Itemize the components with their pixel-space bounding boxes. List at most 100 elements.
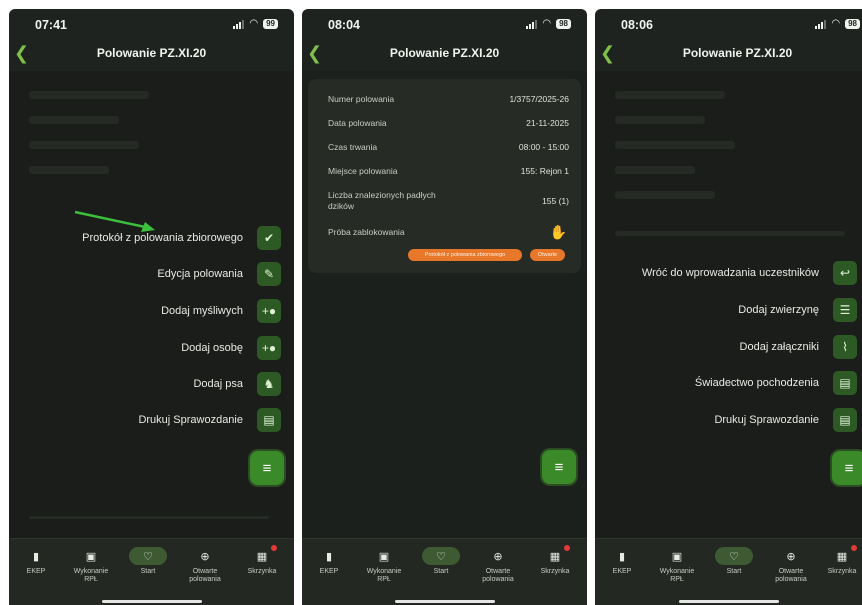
menu-item-print-report[interactable]: Drukuj Sprawozdanie ▤	[138, 408, 281, 432]
nav-item-open-hunts[interactable]: ⊕ Otwarte polowania	[180, 547, 230, 584]
menu-fab-button[interactable]: ≡	[542, 450, 576, 484]
nav-item-open-hunts[interactable]: ⊕ Otwarte polowania	[473, 547, 523, 584]
status-bar: 08:06 ◠ 98	[595, 9, 862, 39]
notification-badge	[271, 545, 277, 551]
nav-label: Wykonanie RPŁ	[73, 568, 109, 583]
menu-item-label: Drukuj Sprawozdanie	[138, 414, 243, 426]
detail-key: Numer polowania	[328, 94, 395, 104]
book-icon: ▮	[325, 550, 333, 563]
nav-item-rpl[interactable]: ▣ Wykonanie RPŁ	[359, 547, 409, 584]
menu-item-protocol[interactable]: Protokół z polowania zbiorowego ✔	[82, 226, 281, 250]
menu-item-add-attachments[interactable]: Dodaj załączniki ⌇	[740, 335, 857, 359]
nav-label: Skrzynka	[247, 568, 277, 575]
battery-icon: 98	[556, 19, 571, 29]
battery-icon: 98	[845, 19, 860, 29]
crosshair-icon: ⊕	[200, 550, 210, 563]
stop-hand-icon: ✋	[549, 224, 567, 240]
paperclip-icon: ⌇	[833, 335, 857, 359]
menu-item-label: Dodaj zwierzynę	[738, 304, 819, 316]
app-bar: ❮ Polowanie PZ.XI.20	[302, 39, 587, 69]
nav-item-inbox[interactable]: ▦ Skrzynka	[530, 545, 580, 576]
menu-item-add-person[interactable]: Dodaj osobę +●	[181, 336, 281, 360]
nav-item-rpl[interactable]: ▣ Wykonanie RPŁ	[66, 547, 116, 584]
dimmed-row	[615, 91, 725, 99]
detail-value: 155 (1)	[542, 196, 569, 206]
add-person-icon: +●	[257, 336, 281, 360]
app-bar: ❮ Polowanie PZ.XI.20	[9, 39, 294, 69]
menu-item-label: Edycja polowania	[157, 268, 243, 280]
hamburger-icon: ≡	[262, 459, 272, 477]
dimmed-row	[29, 91, 149, 99]
dimmed-row	[29, 141, 139, 149]
pencil-icon: ✎	[257, 262, 281, 286]
dimmed-row	[615, 141, 735, 149]
home-indicator	[678, 600, 779, 603]
page-title: Polowanie PZ.XI.20	[389, 46, 500, 60]
nav-item-start[interactable]: ♡ Start	[709, 547, 759, 576]
nav-label: Otwarte polowania	[189, 568, 221, 583]
nav-item-ekep[interactable]: ▮ EKEP	[11, 547, 61, 576]
detail-key: Data polowania	[328, 118, 387, 128]
nav-item-rpl[interactable]: ▣ Wykonanie RPŁ	[652, 547, 702, 584]
menu-item-edit-hunt[interactable]: Edycja polowania ✎	[157, 262, 281, 286]
menu-item-origin-certificate[interactable]: Świadectwo pochodzenia ▤	[695, 371, 857, 395]
detail-key: Liczba znalezionych padłych dzików	[328, 190, 436, 211]
menu-item-print-report[interactable]: Drukuj Sprawozdanie ▤	[714, 408, 857, 432]
return-icon: ↩	[833, 261, 857, 285]
notification-badge	[851, 545, 857, 551]
menu-item-label: Dodaj myśliwych	[161, 305, 243, 317]
nav-item-inbox[interactable]: ▦ Skrzynka	[237, 545, 287, 576]
home-indicator	[394, 600, 495, 603]
nav-item-start[interactable]: ♡ Start	[123, 547, 173, 576]
menu-item-label: Dodaj osobę	[181, 342, 243, 354]
nav-item-inbox[interactable]: ▦ Skrzynka	[817, 545, 862, 576]
nav-label: EKEP	[26, 568, 46, 575]
menu-item-label: Drukuj Sprawozdanie	[714, 414, 819, 426]
menu-fab-button[interactable]: ≡	[250, 451, 284, 485]
bottom-nav: ▮ EKEP ▣ Wykonanie RPŁ ♡ Start ⊕ Otwarte…	[595, 538, 862, 605]
menu-item-add-dog[interactable]: Dodaj psa ♞	[193, 372, 281, 396]
nav-label: Skrzynka	[827, 568, 857, 575]
wifi-icon: ◠	[249, 18, 259, 29]
page-title: Polowanie PZ.XI.20	[96, 46, 207, 60]
phone-screen-details: 08:04 ◠ 98 ❮ Polowanie PZ.XI.20 Numer po…	[302, 9, 587, 605]
list-add-icon: ☰	[833, 298, 857, 322]
status-bar: 07:41 ◠ 99	[9, 9, 294, 39]
status-time: 07:41	[35, 18, 67, 32]
calendar-icon: ▣	[378, 550, 390, 563]
dog-icon: ♞	[257, 372, 281, 396]
detail-value: 08:00 - 15:00	[518, 142, 569, 152]
protocol-button[interactable]: Protokół z polowania zbiorowego	[408, 249, 522, 261]
detail-value: 155: Rejon 1	[520, 166, 569, 176]
menu-item-back-to-participants[interactable]: Wróć do wprowadzania uczestników ↩	[642, 261, 857, 285]
nav-label: Start	[433, 568, 449, 575]
nav-item-start[interactable]: ♡ Start	[416, 547, 466, 576]
dimmed-row	[615, 191, 715, 199]
home-icon: ♡	[422, 547, 460, 565]
battery-icon: 99	[263, 19, 278, 29]
document-check-icon: ✔	[257, 226, 281, 250]
menu-item-add-game[interactable]: Dodaj zwierzynę ☰	[738, 298, 857, 322]
menu-item-add-hunters[interactable]: Dodaj myśliwych +●	[161, 299, 281, 323]
book-icon: ▮	[618, 550, 626, 563]
open-button[interactable]: Otwarte	[530, 249, 565, 261]
nav-item-open-hunts[interactable]: ⊕ Otwarte polowania	[766, 547, 816, 584]
nav-item-ekep[interactable]: ▮ EKEP	[304, 547, 354, 576]
menu-item-label: Protokół z polowania zbiorowego	[82, 232, 243, 244]
menu-item-label: Wróć do wprowadzania uczestników	[641, 267, 819, 279]
dimmed-row	[615, 116, 705, 124]
wifi-icon: ◠	[542, 18, 552, 29]
menu-fab-button[interactable]: ≡	[832, 451, 862, 485]
dimmed-row	[615, 166, 695, 174]
nav-label: Start	[140, 568, 156, 575]
wifi-icon: ◠	[831, 18, 841, 29]
status-time: 08:04	[328, 18, 360, 32]
menu-item-label: Dodaj psa	[193, 378, 243, 390]
hamburger-icon: ≡	[554, 458, 564, 476]
status-time: 08:06	[621, 18, 653, 32]
home-icon: ♡	[715, 547, 753, 565]
app-bar: ❮ Polowanie PZ.XI.20	[595, 39, 862, 69]
nav-label: Otwarte polowania	[775, 568, 807, 583]
nav-item-ekep[interactable]: ▮ EKEP	[597, 547, 647, 576]
detail-value: 21-11-2025	[526, 118, 569, 128]
